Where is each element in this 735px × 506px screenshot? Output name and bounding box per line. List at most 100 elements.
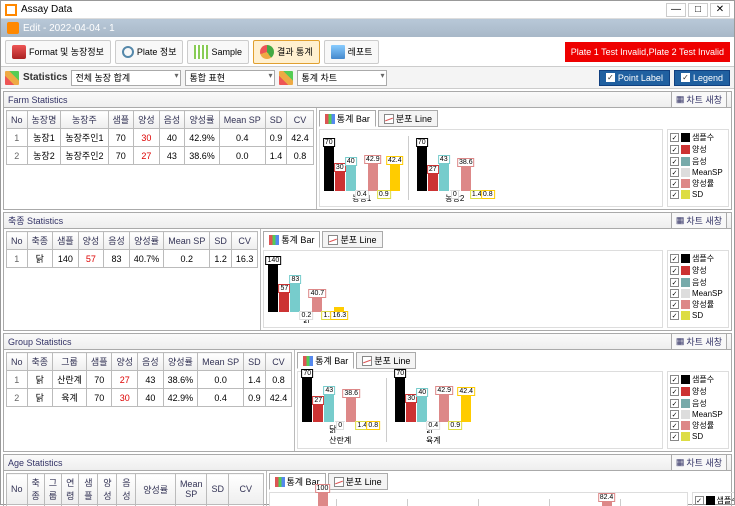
bar: 0.9 (379, 190, 389, 191)
age-title: Age Statistics (8, 458, 63, 468)
report-icon (331, 45, 345, 59)
bar: 40 (417, 397, 427, 422)
line-icon (384, 114, 394, 124)
group-chart-detail-button[interactable]: ▦차트 새창 (671, 333, 727, 350)
titlebar: Assay Data — □ ✕ (1, 1, 734, 19)
species-chart-detail-button[interactable]: ▦차트 새창 (671, 212, 727, 229)
legend-item[interactable]: ✓MeanSP (670, 168, 726, 177)
bar: 70 (395, 378, 405, 422)
line-icon (328, 235, 338, 245)
bar: 0.4 (357, 190, 367, 191)
legend-item[interactable]: ✓샘플수 (670, 253, 726, 264)
bar: 70 (417, 147, 427, 191)
bar-icon (269, 235, 279, 245)
bar: 0 (450, 190, 460, 191)
species-line-tab[interactable]: 분포 Line (322, 231, 382, 248)
farm-section: Farm Statistics ▦차트 새창 No농장명농장주샘플양성음성양성률… (3, 91, 732, 210)
table-row[interactable]: 2닭육계70304042.9%0.40.942.4 (7, 389, 292, 407)
age-legend: ✓샘플수✓양성✓음성✓MeanSP✓양성률✓SD✓CVZero(통계)Zero(… (692, 492, 735, 506)
group-section: Group Statistics ▦차트 새창 No축종그룹샘플양성음성양성률M… (3, 333, 732, 452)
stats-button[interactable]: 결과 통계 (253, 40, 320, 64)
table-row[interactable]: 2농장2농장주인270274338.6%0.01.40.8 (7, 147, 314, 165)
legend-item[interactable]: ✓양성 (670, 386, 726, 397)
legend-item[interactable]: ✓샘플수 (670, 132, 726, 143)
legend-item[interactable]: ✓SD (670, 311, 726, 320)
popup-icon: ▦ (676, 94, 685, 105)
plate-button[interactable]: Plate 정보 (115, 40, 184, 64)
age-chart-detail-button[interactable]: ▦차트 새창 (671, 454, 727, 471)
plate-icon (122, 46, 134, 58)
subheader-title: Edit - 2022-04-04 - 1 (23, 23, 115, 34)
display-select[interactable]: 통합 표현 (185, 70, 275, 86)
bar-icon (303, 356, 313, 366)
legend-item[interactable]: ✓양성률 (670, 178, 726, 189)
app-icon (5, 4, 17, 16)
bar: 43 (439, 164, 449, 191)
legend-item[interactable]: ✓MeanSP (670, 289, 726, 298)
warning-banner: Plate 1 Test Invalid,Plate 2 Test Invali… (565, 42, 730, 62)
farm-scope-select[interactable]: 전체 농장 합계 (71, 70, 181, 86)
farm-chart: 7030400.442.90.942.4농장1702743038.61.40.8… (319, 129, 663, 207)
legend-toggle[interactable]: ✓Legend (674, 70, 730, 86)
window-title: Assay Data (21, 4, 666, 15)
bar: 0.8 (483, 190, 493, 191)
legend-item[interactable]: ✓샘플수 (695, 495, 735, 506)
popup-icon: ▦ (676, 336, 685, 347)
farm-title: Farm Statistics (8, 95, 68, 105)
bar: 83 (290, 284, 300, 312)
bar: 0.8 (368, 421, 378, 422)
legend-item[interactable]: ✓양성률 (670, 420, 726, 431)
bar: 100 (318, 493, 328, 506)
table-row[interactable]: 1농장1농장주인170304042.9%0.40.942.4 (7, 129, 314, 147)
legend-item[interactable]: ✓샘플수 (670, 374, 726, 385)
close-button[interactable]: ✕ (710, 3, 730, 17)
point-label-toggle[interactable]: ✓Point Label (599, 70, 670, 86)
line-icon (362, 356, 372, 366)
content-area: Farm Statistics ▦차트 새창 No농장명농장주샘플양성음성양성률… (1, 89, 734, 506)
farm-line-tab[interactable]: 분포 Line (378, 110, 438, 127)
bar: 42.9 (368, 164, 378, 191)
maximize-button[interactable]: □ (688, 3, 708, 17)
legend-item[interactable]: ✓SD (670, 190, 726, 199)
table-row[interactable]: 1닭140578340.7%0.21.216.3 (7, 250, 258, 268)
format-button[interactable]: Format 및 농장정보 (5, 40, 111, 64)
report-button[interactable]: 레포트 (324, 40, 380, 64)
bar: 38.6 (461, 167, 471, 191)
bar: 0.2 (301, 311, 311, 312)
legend-item[interactable]: ✓양성 (670, 265, 726, 276)
bar: 27 (313, 405, 323, 422)
legend-item[interactable]: ✓음성 (670, 398, 726, 409)
sample-button[interactable]: Sample (187, 40, 249, 64)
popup-icon: ▦ (676, 215, 685, 226)
bar: 0 (335, 421, 345, 422)
edit-icon (7, 22, 19, 34)
bar: 43 (324, 395, 334, 422)
age-chart: 4401.9100닭산란계 기타291415-0.248.3닭산란계 성인닭37… (269, 492, 688, 506)
legend-item[interactable]: ✓양성률 (670, 299, 726, 310)
bar: 16.3 (334, 307, 344, 312)
species-title: 축종 Statistics (8, 214, 63, 227)
legend-item[interactable]: ✓SD (670, 432, 726, 441)
farm-chart-detail-button[interactable]: ▦차트 새창 (671, 91, 727, 108)
chart-select[interactable]: 통계 차트 (297, 70, 387, 86)
legend-item[interactable]: ✓음성 (670, 277, 726, 288)
bar: 40 (346, 166, 356, 191)
bar: 38.6 (346, 398, 356, 422)
minimize-button[interactable]: — (666, 3, 686, 17)
legend-item[interactable]: ✓MeanSP (670, 410, 726, 419)
bar: 30 (406, 403, 416, 422)
sample-icon (194, 45, 208, 59)
legend-item[interactable]: ✓양성 (670, 144, 726, 155)
line-icon (334, 477, 344, 487)
bar: 42.4 (390, 165, 400, 192)
farm-bar-tab[interactable]: 통계 Bar (319, 110, 376, 127)
table-row[interactable]: 1닭산란계70274338.6%0.01.40.8 (7, 371, 292, 389)
species-bar-tab[interactable]: 통계 Bar (263, 231, 320, 248)
age-section: Age Statistics ▦차트 새창 No축종그룹연령샘플양성음성양성률M… (3, 454, 732, 506)
filter-label: Statistics (23, 72, 67, 83)
statistics-icon (5, 71, 19, 85)
popup-icon: ▦ (676, 457, 685, 468)
legend-item[interactable]: ✓음성 (670, 156, 726, 167)
group-title: Group Statistics (8, 337, 72, 347)
species-chart: 14057830.240.71.216.3닭 (263, 250, 663, 328)
